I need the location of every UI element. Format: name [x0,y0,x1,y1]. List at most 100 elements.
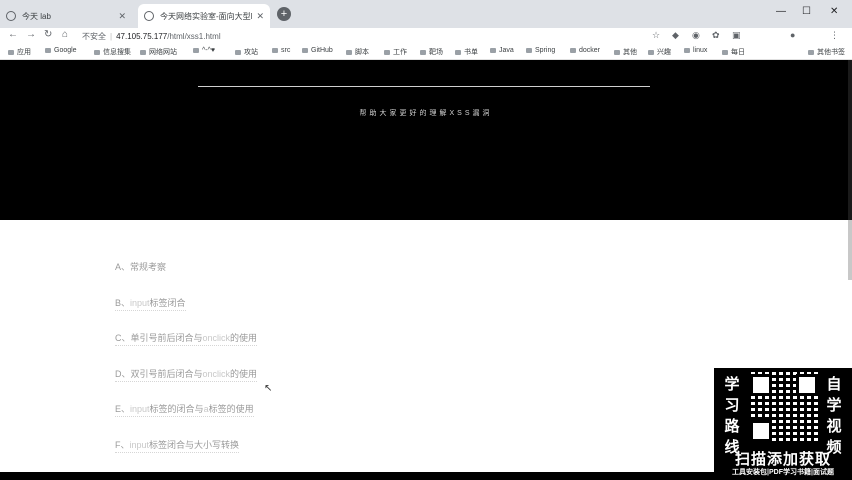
folder-icon [570,48,576,53]
bookmark-item[interactable]: 攻站 [235,47,258,57]
qr-code [748,372,820,444]
bookmark-item[interactable]: 其他书签 [808,47,845,57]
back-button[interactable]: ← [8,29,18,40]
folder-icon [346,49,352,55]
folder-icon [648,49,654,55]
ad-footer: 工具安装包|PDF学习书籍|面试题 [732,469,834,476]
menu-icon[interactable]: ⋮ [830,30,839,41]
challenge-link[interactable]: D、双引号前后闭合与onclick的使用 [115,367,258,382]
item-number: B、 [115,297,131,308]
bookmark-item[interactable]: 兴趣 [648,47,671,57]
apps-icon [8,49,14,55]
item-text: 标签的闭合与 [149,404,204,414]
bookmark-item[interactable]: ^-^♥ [193,47,215,54]
globe-icon [144,11,154,21]
bookmark-item[interactable]: 书单 [455,47,478,57]
star-icon[interactable]: ☆ [652,30,660,41]
bookmark-item[interactable]: 靶场 [420,47,443,57]
item-text: input [130,404,150,414]
challenge-link[interactable]: E、input标签的闭合与a标签的使用 [115,402,254,417]
item-text: 标签闭合与大小写转换 [149,439,240,450]
bookmark-item[interactable]: 脚本 [346,47,369,57]
divider [198,86,650,87]
bookmark-item[interactable]: 信息搜集 [94,47,131,57]
bookmark-item[interactable]: linux [684,47,707,54]
folder-icon [302,48,308,53]
bookmark-item[interactable]: 网络网站 [140,47,177,57]
maximize-button[interactable]: ☐ [802,6,811,17]
folder-icon [722,49,728,55]
ad-cta: 扫描添加获取 [734,451,831,468]
extension-icon[interactable]: ✿ [712,30,720,41]
folder-icon [140,49,146,55]
challenge-link[interactable]: B、input标签闭合 [115,296,186,311]
extension-icon[interactable]: ▣ [732,30,741,41]
close-icon[interactable]: ✕ [256,11,264,22]
home-button[interactable]: ⌂ [62,29,68,40]
challenge-link[interactable]: C、单引号前后闭合与onclick的使用 [115,331,258,346]
forward-button[interactable]: → [26,29,36,40]
item-text: 单引号前后闭合与 [130,333,203,343]
extension-icon[interactable]: ◉ [692,30,700,41]
extension-icon[interactable]: ◆ [672,30,679,41]
bookmark-item[interactable]: 应用 [8,47,31,57]
page-hero: 帮助大家更好的理解XSS漏洞 [0,60,852,220]
folder-icon [94,49,100,55]
challenge-link[interactable]: A、常规考察 [115,260,166,274]
address-bar[interactable]: 不安全 | 47.105.75.177 /html/xss1.html [82,29,221,43]
item-text: onclick [202,333,231,343]
url-path: /html/xss1.html [167,31,221,41]
profile-icon[interactable]: ● [790,30,795,40]
item-text: 的使用 [230,368,258,379]
reload-button[interactable]: ↻ [44,29,52,40]
bookmark-item[interactable]: 其他 [614,47,637,57]
new-tab-button[interactable]: + [277,7,291,21]
bookmark-item[interactable]: Java [490,47,514,54]
item-number: D、 [115,368,131,379]
item-number: F、 [115,439,130,450]
folder-icon [272,48,278,53]
item-text: 标签闭合 [149,297,186,308]
bookmark-item[interactable]: 工作 [384,47,407,57]
folder-icon [684,48,690,53]
scrollbar[interactable] [848,60,852,220]
bookmarks-bar: 应用 Google 信息搜集 网络网站 ^-^♥ 攻站 src GitHub 脚… [0,44,852,60]
google-icon [45,48,51,53]
item-number: C、 [115,333,131,343]
folder-icon [490,48,496,53]
bookmark-item[interactable]: Spring [526,47,555,54]
item-text: 常规考察 [130,262,167,272]
url-host: 47.105.75.177 [116,31,168,41]
globe-icon [6,11,16,21]
ad-left-text: 学习路线 [724,376,740,456]
folder-icon [455,49,461,55]
tab-strip: 今天 lab ✕ 今天网络实验室-面向大型MOO( ✕ + — ☐ ✕ [0,0,852,28]
qr-ad-overlay: 学习路线 自学视频 扫描添加获取 工具安装包|PDF学习书籍|面试题 [714,368,852,480]
item-text: 标签的使用 [208,404,254,414]
tab-title: 今天网络实验室-面向大型MOO( [160,11,252,21]
tab-1[interactable]: 今天 lab ✕ [0,4,132,28]
tab-2[interactable]: 今天网络实验室-面向大型MOO( ✕ [138,4,270,28]
bookmark-item[interactable]: GitHub [302,47,333,54]
folder-icon [420,49,426,55]
item-text: input [130,297,150,308]
bookmark-item[interactable]: 每日 [722,47,745,57]
folder-icon [384,49,390,55]
bookmark-item[interactable]: Google [45,47,77,54]
close-window-button[interactable]: ✕ [830,6,838,17]
taskbar-strip [0,472,714,480]
bookmark-item[interactable]: src [272,47,290,54]
tab-title: 今天 lab [22,11,51,21]
minimize-button[interactable]: — [776,6,786,17]
bookmark-item[interactable]: docker [570,47,600,54]
folder-icon [808,49,814,55]
scrollbar[interactable] [848,220,852,280]
folder-icon [235,49,241,55]
challenge-link[interactable]: F、input标签闭合与大小写转换 [115,438,240,453]
folder-icon [526,48,532,53]
item-text: onclick [202,368,231,379]
item-text: 双引号前后闭合与 [130,368,203,379]
folder-icon [614,49,620,55]
close-icon[interactable]: ✕ [118,11,126,22]
security-label[interactable]: 不安全 [82,31,106,42]
